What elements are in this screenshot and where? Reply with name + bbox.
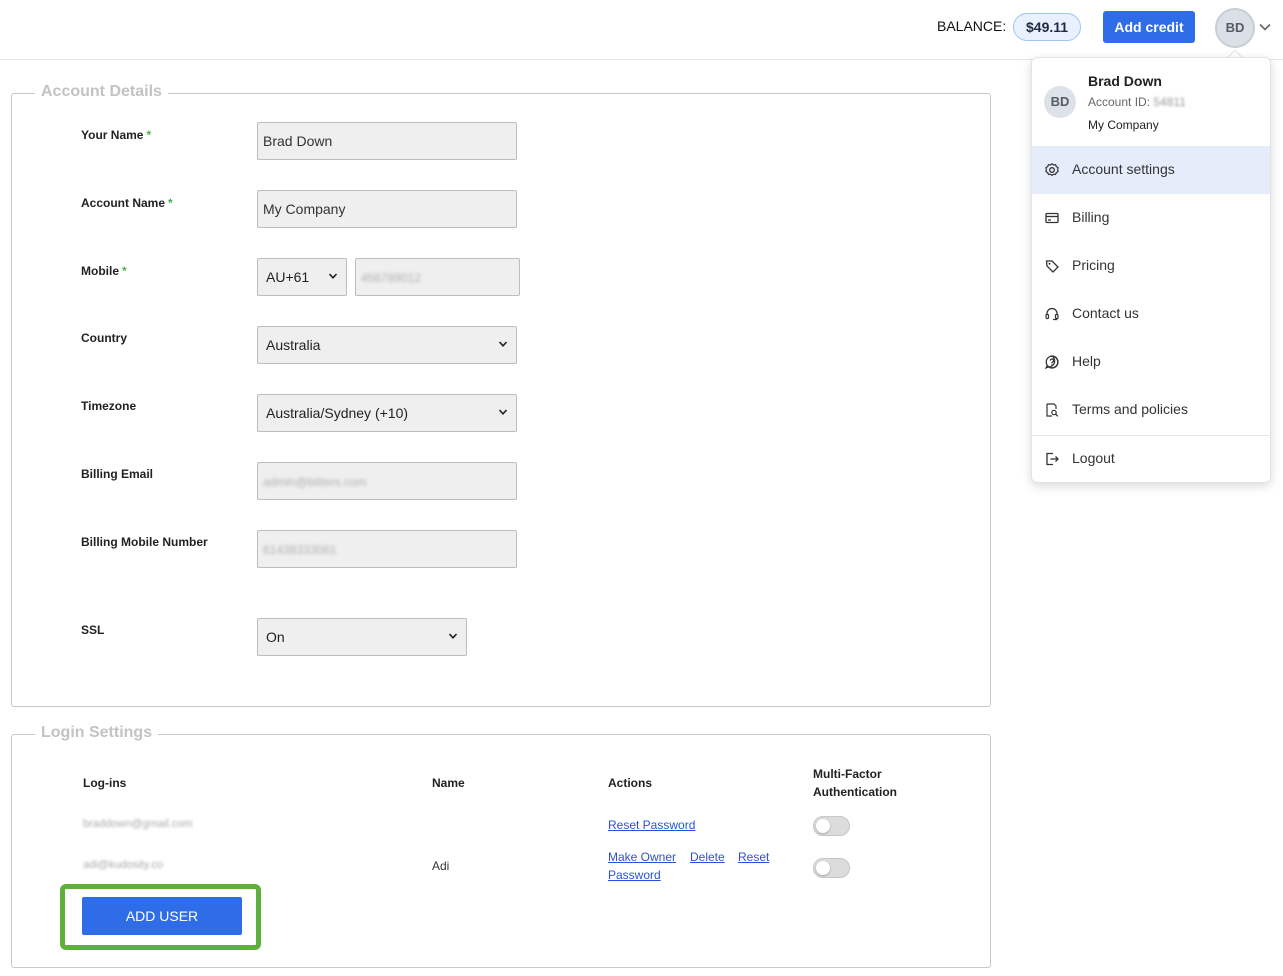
reset-password-link[interactable]: Reset — [738, 848, 769, 866]
mobile-number-value: 456789012 — [361, 271, 422, 285]
menu-item-logout[interactable]: Logout — [1032, 435, 1270, 483]
mfa-column-header-line2: Authentication — [813, 785, 897, 799]
menu-item-label: Account settings — [1072, 161, 1175, 177]
chevron-down-icon[interactable] — [1258, 20, 1272, 34]
chevron-down-icon — [498, 409, 508, 415]
toggle-knob — [816, 861, 830, 875]
user-name: Adi — [432, 859, 450, 873]
actions-column-header: Actions — [608, 776, 653, 790]
top-bar: BALANCE: $49.11 Add credit BD — [0, 0, 1283, 60]
logout-icon — [1046, 452, 1059, 466]
your-name-label-text: Your Name — [81, 128, 144, 142]
ssl-value: On — [266, 629, 285, 645]
timezone-label: Timezone — [81, 399, 137, 413]
name-column-header: Name — [432, 776, 465, 790]
billing-mobile-label: Billing Mobile Number — [81, 535, 208, 549]
toggle-knob — [816, 819, 830, 833]
delete-link[interactable]: Delete — [690, 848, 725, 866]
country-value: Australia — [266, 337, 321, 353]
account-name-label-text: Account Name — [81, 196, 166, 210]
login-email: braddown@gmail.com — [83, 818, 193, 830]
balance-value: $49.11 — [1013, 13, 1082, 41]
menu-item-billing[interactable]: Billing — [1032, 194, 1270, 242]
account-id-label: Account ID: — [1088, 95, 1151, 109]
document-search-icon — [1046, 403, 1059, 417]
avatar: BD — [1044, 86, 1076, 118]
chevron-down-icon — [448, 633, 458, 639]
account-details-legend: Account Details — [35, 83, 168, 101]
menu-user-name: Brad Down — [1088, 73, 1162, 89]
menu-item-label: Help — [1072, 353, 1101, 369]
required-mark: * — [122, 264, 127, 278]
mobile-label-text: Mobile — [81, 264, 119, 278]
menu-account-id: Account ID: 54811 — [1088, 95, 1186, 109]
ssl-select[interactable]: On — [257, 618, 467, 656]
mfa-toggle[interactable] — [813, 858, 850, 878]
timezone-value: Australia/Sydney (+10) — [266, 405, 409, 421]
menu-item-terms[interactable]: Terms and policies — [1032, 386, 1270, 434]
menu-item-label: Pricing — [1072, 257, 1115, 273]
billing-mobile-input[interactable]: 61438333061 — [257, 530, 517, 568]
account-name-input[interactable]: My Company — [257, 190, 517, 228]
menu-item-label: Terms and policies — [1072, 401, 1188, 417]
headset-icon — [1045, 307, 1059, 321]
account-id-value: 54811 — [1153, 95, 1186, 109]
account-name-label: Account Name * — [81, 196, 173, 210]
menu-item-contact-us[interactable]: Contact us — [1032, 290, 1270, 338]
ssl-label: SSL — [81, 623, 105, 637]
billing-email-input[interactable]: admin@bitters.com — [257, 462, 517, 500]
login-settings-legend: Login Settings — [35, 724, 159, 742]
billing-mobile-value: 61438333061 — [263, 543, 337, 557]
menu-company: My Company — [1088, 118, 1159, 132]
avatar[interactable]: BD — [1215, 8, 1255, 48]
billing-email-value: admin@bitters.com — [263, 475, 367, 489]
your-name-label: Your Name * — [81, 128, 151, 142]
menu-item-pricing[interactable]: Pricing — [1032, 242, 1270, 290]
menu-item-label: Billing — [1072, 209, 1110, 225]
country-code-value: AU+61 — [266, 269, 310, 285]
chevron-down-icon — [498, 341, 508, 347]
billing-email-label: Billing Email — [81, 467, 154, 481]
make-owner-link[interactable]: Make Owner — [608, 848, 676, 866]
your-name-input[interactable]: Brad Down — [257, 122, 517, 160]
menu-item-label: Logout — [1072, 450, 1115, 466]
required-mark: * — [168, 196, 173, 210]
country-label: Country — [81, 331, 127, 345]
menu-item-account-settings[interactable]: Account settings — [1032, 146, 1270, 194]
country-select[interactable]: Australia — [257, 326, 517, 364]
reset-password-link[interactable]: Reset Password — [608, 816, 695, 834]
logins-column-header: Log-ins — [83, 776, 127, 790]
balance-label: BALANCE: — [937, 18, 1007, 34]
timezone-select[interactable]: Australia/Sydney (+10) — [257, 394, 517, 432]
mfa-toggle[interactable] — [813, 816, 850, 836]
mobile-number-input[interactable]: 456789012 — [355, 258, 520, 296]
menu-item-label: Contact us — [1072, 305, 1139, 321]
add-user-button[interactable]: ADD USER — [82, 897, 242, 935]
mobile-label: Mobile * — [81, 264, 127, 278]
mfa-column-header-line1: Multi-Factor — [813, 767, 882, 781]
account-menu: BD Brad Down Account ID: 54811 My Compan… — [1031, 57, 1271, 483]
card-icon — [1045, 212, 1059, 224]
required-mark: * — [146, 128, 152, 142]
reset-password-link-continued[interactable]: Password — [608, 866, 661, 884]
country-code-select[interactable]: AU+61 — [257, 258, 347, 296]
help-icon — [1044, 355, 1059, 370]
add-credit-button[interactable]: Add credit — [1103, 11, 1195, 43]
tag-icon — [1045, 260, 1059, 273]
gear-icon — [1045, 163, 1059, 177]
chevron-down-icon — [328, 273, 338, 279]
menu-item-help[interactable]: Help — [1032, 338, 1270, 386]
login-email: adi@kudosity.co — [83, 859, 164, 871]
